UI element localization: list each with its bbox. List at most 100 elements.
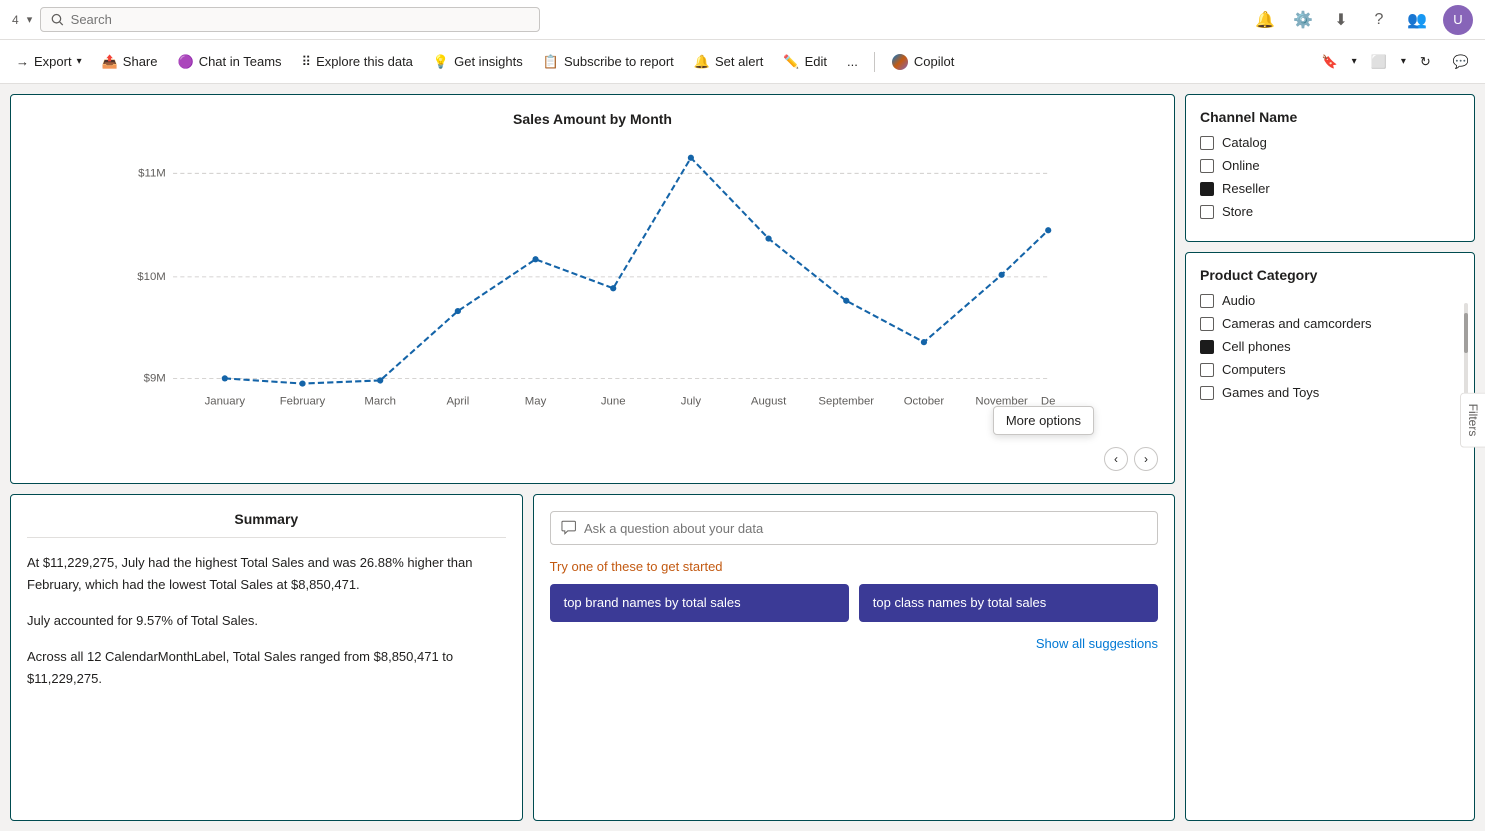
computers-checkbox[interactable]: [1200, 363, 1214, 377]
tab-number: 4: [12, 13, 19, 27]
chevron-down-icon[interactable]: ▾: [27, 13, 33, 26]
svg-text:February: February: [280, 395, 326, 407]
chart-prev-button[interactable]: ‹: [1104, 447, 1128, 471]
svg-text:September: September: [818, 395, 874, 407]
chat-in-teams-button[interactable]: 🟣 Chat in Teams: [170, 50, 290, 74]
chat-in-teams-label: Chat in Teams: [199, 54, 282, 69]
channel-filter-item-reseller: Reseller: [1200, 181, 1460, 196]
games-label: Games and Toys: [1222, 385, 1319, 400]
edit-button[interactable]: ✏️ Edit: [775, 50, 835, 74]
product-filter-item-cameras: Cameras and camcorders: [1200, 316, 1460, 331]
reseller-label: Reseller: [1222, 181, 1270, 196]
export-chevron-icon: ▾: [77, 56, 82, 67]
reseller-checkbox[interactable]: [1200, 182, 1214, 196]
search-input[interactable]: [71, 12, 530, 27]
edit-icon: ✏️: [783, 54, 799, 70]
channel-filter-card: Channel Name Catalog Online Reseller Sto…: [1185, 94, 1475, 242]
set-alert-button[interactable]: 🔔 Set alert: [686, 50, 772, 74]
bookmark-chevron-icon[interactable]: ▾: [1352, 56, 1357, 67]
more-options-label: More options: [1006, 413, 1081, 428]
help-icon[interactable]: ?: [1367, 8, 1391, 32]
filter-scrollbar[interactable]: [1464, 313, 1468, 353]
toolbar: → Export ▾ 📤 Share 🟣 Chat in Teams ⠿ Exp…: [0, 40, 1485, 84]
filters-side-tab[interactable]: Filters: [1460, 393, 1485, 448]
product-filter-item-cellphones: Cell phones: [1200, 339, 1460, 354]
channel-filter-item-store: Store: [1200, 204, 1460, 219]
left-column: Sales Amount by Month $11M $10M $9M: [10, 94, 1175, 821]
view-chevron-icon[interactable]: ▾: [1401, 56, 1406, 67]
share-label: Share: [123, 54, 158, 69]
svg-text:$11M: $11M: [138, 167, 166, 179]
catalog-label: Catalog: [1222, 135, 1267, 150]
summary-body: At $11,229,275, July had the highest Tot…: [27, 552, 506, 690]
settings-icon[interactable]: ⚙️: [1291, 8, 1315, 32]
suggestion-brands-button[interactable]: top brand names by total sales: [550, 584, 849, 622]
cameras-label: Cameras and camcorders: [1222, 316, 1372, 331]
get-insights-button[interactable]: 💡 Get insights: [425, 50, 531, 74]
svg-text:July: July: [681, 395, 702, 407]
export-button[interactable]: → Export ▾: [8, 50, 90, 73]
toolbar-separator: [874, 52, 875, 72]
share-button[interactable]: 📤 Share: [94, 50, 166, 74]
insights-icon: 💡: [433, 54, 449, 70]
main-content: Sales Amount by Month $11M $10M $9M: [0, 84, 1485, 831]
computers-label: Computers: [1222, 362, 1286, 377]
qa-input[interactable]: [584, 521, 1147, 536]
summary-card: Summary At $11,229,275, July had the hig…: [10, 494, 523, 821]
cellphones-checkbox[interactable]: [1200, 340, 1214, 354]
online-checkbox[interactable]: [1200, 159, 1214, 173]
search-bar[interactable]: [40, 7, 540, 32]
set-alert-label: Set alert: [715, 54, 763, 69]
suggestion-classes-button[interactable]: top class names by total sales: [859, 584, 1158, 622]
chart-card: Sales Amount by Month $11M $10M $9M: [10, 94, 1175, 484]
product-filter-title: Product Category: [1200, 267, 1460, 283]
people-icon[interactable]: 👥: [1405, 8, 1429, 32]
product-filter-item-computers: Computers: [1200, 362, 1460, 377]
svg-text:$9M: $9M: [144, 373, 166, 385]
cameras-checkbox[interactable]: [1200, 317, 1214, 331]
svg-text:October: October: [904, 395, 945, 407]
show-all-suggestions[interactable]: Show all suggestions: [550, 636, 1158, 651]
more-options-tooltip: More options: [993, 406, 1094, 435]
subscribe-button[interactable]: 📋 Subscribe to report: [535, 50, 682, 74]
product-filter-card: Product Category Audio Cameras and camco…: [1185, 252, 1475, 821]
more-button[interactable]: ...: [839, 50, 866, 73]
summary-paragraph-1: At $11,229,275, July had the highest Tot…: [27, 552, 506, 596]
store-label: Store: [1222, 204, 1253, 219]
notification-icon[interactable]: 🔔: [1253, 8, 1277, 32]
audio-label: Audio: [1222, 293, 1255, 308]
alert-icon: 🔔: [694, 54, 710, 70]
summary-paragraph-3: Across all 12 CalendarMonthLabel, Total …: [27, 646, 506, 690]
teams-icon: 🟣: [178, 54, 194, 70]
search-icon: [51, 13, 64, 27]
channel-filter-item-online: Online: [1200, 158, 1460, 173]
qa-input-row[interactable]: [550, 511, 1158, 545]
copilot-icon: [891, 53, 909, 71]
filter-scrolltrack: [1464, 303, 1468, 403]
download-icon[interactable]: ⬇: [1329, 8, 1353, 32]
online-label: Online: [1222, 158, 1260, 173]
copilot-label: Copilot: [914, 54, 954, 69]
explore-data-button[interactable]: ⠿ Explore this data: [294, 50, 421, 74]
store-checkbox[interactable]: [1200, 205, 1214, 219]
bookmark-button[interactable]: 🔖: [1313, 50, 1345, 74]
svg-text:June: June: [601, 395, 626, 407]
avatar[interactable]: U: [1443, 5, 1473, 35]
refresh-button[interactable]: ↻: [1412, 50, 1439, 74]
comment-button[interactable]: 💬: [1445, 50, 1477, 74]
qa-card: Try one of these to get started top bran…: [533, 494, 1175, 821]
right-column: Channel Name Catalog Online Reseller Sto…: [1185, 94, 1475, 821]
copilot-button[interactable]: Copilot: [883, 49, 962, 75]
games-checkbox[interactable]: [1200, 386, 1214, 400]
audio-checkbox[interactable]: [1200, 294, 1214, 308]
bottom-row: Summary At $11,229,275, July had the hig…: [10, 494, 1175, 821]
filters-tab-label: Filters: [1466, 404, 1480, 437]
chart-next-button[interactable]: ›: [1134, 447, 1158, 471]
cellphones-label: Cell phones: [1222, 339, 1291, 354]
catalog-checkbox[interactable]: [1200, 136, 1214, 150]
qa-suggestions: top brand names by total sales top class…: [550, 584, 1158, 622]
svg-text:March: March: [364, 395, 396, 407]
view-button[interactable]: ⬜: [1363, 50, 1395, 74]
system-bar: 4 ▾ 🔔 ⚙️ ⬇ ? 👥 U: [0, 0, 1485, 40]
qa-suggestions-label: Try one of these to get started: [550, 559, 1158, 574]
